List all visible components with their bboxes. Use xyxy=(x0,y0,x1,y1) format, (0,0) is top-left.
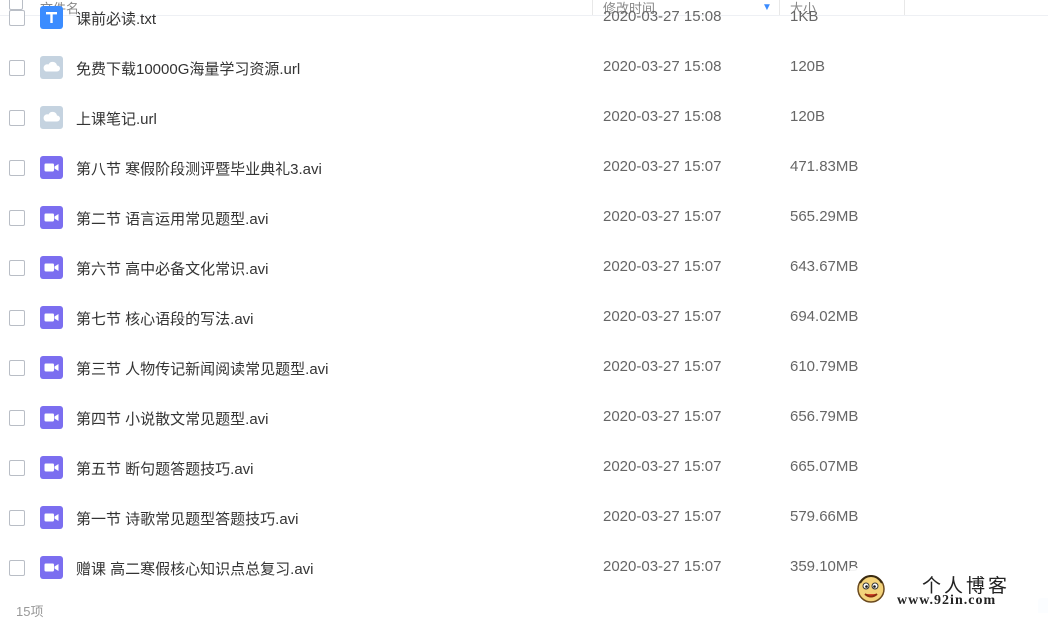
cloud-link-icon xyxy=(40,106,63,129)
file-name[interactable]: 第八节 寒假阶段测评暨毕业典礼3.avi xyxy=(76,158,322,179)
modified-time: 2020-03-27 15:07 xyxy=(603,308,722,325)
file-row[interactable]: 免费下载10000G海量学习资源.url 2020-03-27 15:08 120B xyxy=(0,43,1048,93)
modified-time: 2020-03-27 15:07 xyxy=(603,358,722,375)
row-checkbox[interactable] xyxy=(9,410,25,426)
video-file-icon xyxy=(40,356,63,379)
file-row[interactable]: 第八节 寒假阶段测评暨毕业典礼3.avi 2020-03-27 15:07 471.… xyxy=(0,143,1048,193)
file-name[interactable]: 第七节 核心语段的写法.avi xyxy=(76,308,254,329)
file-size: 120B xyxy=(790,58,826,75)
file-name[interactable]: 课前必读.txt xyxy=(76,8,156,29)
row-checkbox[interactable] xyxy=(9,160,25,176)
modified-time: 2020-03-27 15:07 xyxy=(603,258,722,275)
cloud-link-icon xyxy=(40,56,63,79)
video-file-icon xyxy=(40,456,63,479)
file-list: 课前必读.txt 2020-03-27 15:08 1KB 免费下载10000G海量学… xyxy=(0,0,1048,593)
text-file-icon xyxy=(40,6,63,29)
video-file-icon xyxy=(40,306,63,329)
modified-time: 2020-03-27 15:07 xyxy=(603,158,722,175)
row-checkbox[interactable] xyxy=(9,510,25,526)
file-name[interactable]: 第一节 诗歌常见题型答题技巧.avi xyxy=(76,508,299,529)
file-name[interactable]: 第四节 小说散文常见题型.avi xyxy=(76,408,269,429)
file-size: 1KB xyxy=(790,8,819,25)
file-size: 471.83MB xyxy=(790,158,859,175)
blog-watermark: 个人博客 www.92in.com xyxy=(850,568,1048,613)
row-checkbox[interactable] xyxy=(9,260,25,276)
cartoon-face-logo xyxy=(857,574,885,603)
file-name[interactable]: 第六节 高中必备文化常识.avi xyxy=(76,258,269,279)
modified-time: 2020-03-27 15:07 xyxy=(603,408,722,425)
file-name[interactable]: 上课笔记.url xyxy=(76,108,157,129)
file-row[interactable]: 第三节 人物传记新闻阅读常见题型.avi 2020-03-27 15:07 610.… xyxy=(0,343,1048,393)
modified-time: 2020-03-27 15:07 xyxy=(603,508,722,525)
modified-time: 2020-03-27 15:08 xyxy=(603,8,722,25)
video-file-icon xyxy=(40,556,63,579)
file-size: 665.07MB xyxy=(790,458,859,475)
video-file-icon xyxy=(40,506,63,529)
row-checkbox[interactable] xyxy=(9,210,25,226)
file-size: 656.79MB xyxy=(790,408,859,425)
modified-time: 2020-03-27 15:08 xyxy=(603,108,722,125)
file-size: 359.10MB xyxy=(790,558,859,575)
file-size: 694.02MB xyxy=(790,308,859,325)
file-size: 579.66MB xyxy=(790,508,859,525)
file-row[interactable]: 上课笔记.url 2020-03-27 15:08 120B xyxy=(0,93,1048,143)
watermark-url: www.92in.com xyxy=(897,593,997,608)
item-count: 15项 xyxy=(16,604,44,619)
file-name[interactable]: 第二节 语言运用常见题型.avi xyxy=(76,208,269,229)
row-checkbox[interactable] xyxy=(9,10,25,26)
file-name[interactable]: 第三节 人物传记新闻阅读常见题型.avi xyxy=(76,358,329,379)
modified-time: 2020-03-27 15:07 xyxy=(603,458,722,475)
row-checkbox[interactable] xyxy=(9,310,25,326)
file-name[interactable]: 赠课 高二寒假核心知识点总复习.avi xyxy=(76,558,314,579)
file-size: 643.67MB xyxy=(790,258,859,275)
video-file-icon xyxy=(40,206,63,229)
video-file-icon xyxy=(40,156,63,179)
row-checkbox[interactable] xyxy=(9,60,25,76)
file-name[interactable]: 第五节 断句题答题技巧.avi xyxy=(76,458,254,479)
row-checkbox[interactable] xyxy=(9,560,25,576)
video-file-icon xyxy=(40,256,63,279)
file-row[interactable]: 第六节 高中必备文化常识.avi 2020-03-27 15:07 643.67MB xyxy=(0,243,1048,293)
row-checkbox[interactable] xyxy=(9,460,25,476)
file-size: 610.79MB xyxy=(790,358,859,375)
video-file-icon xyxy=(40,406,63,429)
modified-time: 2020-03-27 15:08 xyxy=(603,58,722,75)
modified-time: 2020-03-27 15:07 xyxy=(603,558,722,575)
file-row[interactable]: 第一节 诗歌常见题型答题技巧.avi 2020-03-27 15:07 579.66… xyxy=(0,493,1048,543)
file-row[interactable]: 第五节 断句题答题技巧.avi 2020-03-27 15:07 665.07MB xyxy=(0,443,1048,493)
file-row[interactable]: 第四节 小说散文常见题型.avi 2020-03-27 15:07 656.79MB xyxy=(0,393,1048,443)
file-name[interactable]: 免费下载10000G海量学习资源.url xyxy=(76,58,300,79)
file-row[interactable]: 第二节 语言运用常见题型.avi 2020-03-27 15:07 565.29MB xyxy=(0,193,1048,243)
row-checkbox[interactable] xyxy=(9,360,25,376)
file-row[interactable]: 第七节 核心语段的写法.avi 2020-03-27 15:07 694.02MB xyxy=(0,293,1048,343)
file-size: 120B xyxy=(790,108,826,125)
file-size: 565.29MB xyxy=(790,208,859,225)
file-row[interactable]: 课前必读.txt 2020-03-27 15:08 1KB xyxy=(0,0,1048,43)
modified-time: 2020-03-27 15:07 xyxy=(603,208,722,225)
row-checkbox[interactable] xyxy=(9,110,25,126)
